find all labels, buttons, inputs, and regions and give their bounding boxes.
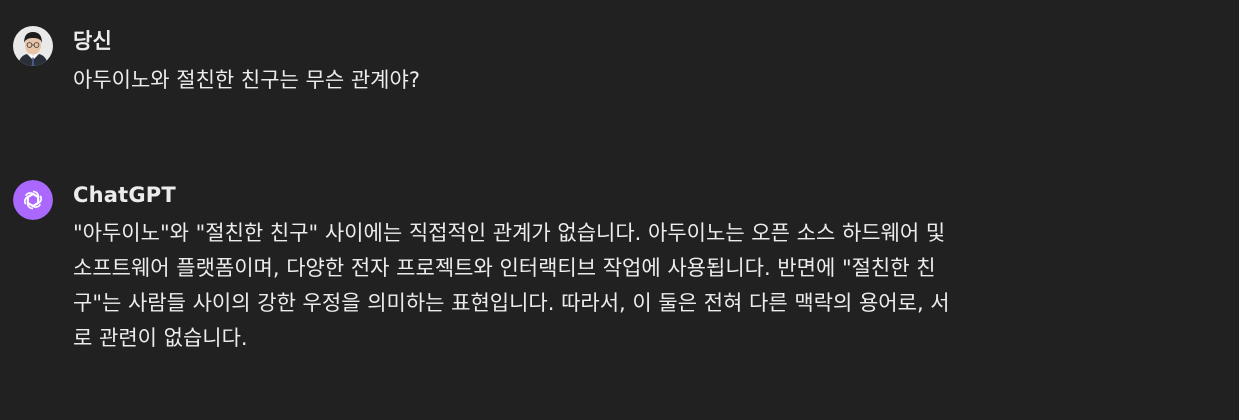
user-author-name: 당신 (73, 29, 113, 53)
assistant-author-name: ChatGPT (73, 183, 176, 207)
assistant-response: "아두이노"와 "절친한 친구" 사이에는 직접적인 관계가 없습니다. 아두이… (73, 216, 1223, 356)
user-avatar-icon (13, 26, 53, 66)
assistant-message: ChatGPT "아두이노"와 "절친한 친구" 사이에는 직접적인 관계가 없… (13, 180, 1229, 356)
user-message-text: 아두이노와 절친한 친구는 무슨 관계야? (73, 68, 420, 92)
openai-logo-icon (13, 180, 53, 220)
user-message: 당신 아두이노와 절친한 친구는 무슨 관계야? (13, 26, 1229, 98)
user-photo-icon (13, 26, 53, 66)
assistant-response-line: 소프트웨어 플랫폼이며, 다양한 전자 프로젝트와 인터랙티브 작업에 사용됩니… (73, 256, 936, 280)
assistant-response-line: "아두이노"와 "절친한 친구" 사이에는 직접적인 관계가 없습니다. 아두이… (73, 221, 946, 245)
assistant-avatar-icon (13, 180, 53, 220)
assistant-response-line: 로 관련이 없습니다. (73, 326, 248, 350)
assistant-response-line: 구"는 사람들 사이의 강한 우정을 의미하는 표현입니다. 따라서, 이 둘은… (73, 291, 950, 315)
